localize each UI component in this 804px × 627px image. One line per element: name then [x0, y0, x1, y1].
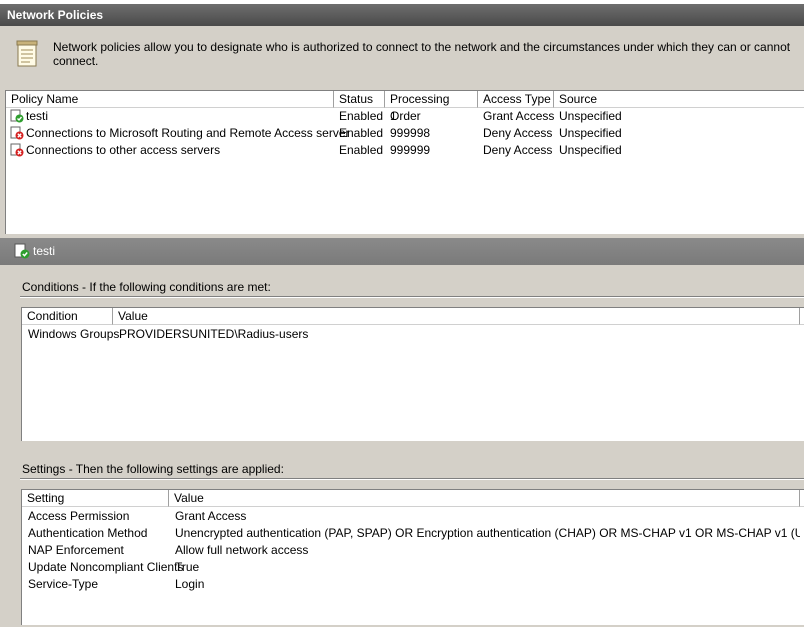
- policy-status: Enabled: [339, 143, 384, 157]
- setting-name: NAP Enforcement: [28, 543, 124, 557]
- policy-name: Connections to other access servers: [26, 143, 221, 157]
- column-header-value[interactable]: Value: [113, 308, 800, 325]
- policy-source: Unspecified: [559, 126, 622, 140]
- policy-name: Connections to Microsoft Routing and Rem…: [26, 126, 350, 140]
- divider: [20, 478, 804, 480]
- info-text: Network policies allow you to designate …: [53, 40, 791, 68]
- policy-access: Grant Access: [483, 109, 555, 123]
- column-header-filler: [800, 490, 804, 507]
- setting-name: Service-Type: [28, 577, 99, 591]
- policy-order: 1: [390, 109, 397, 123]
- column-header-filler: [800, 308, 804, 325]
- condition-value: PROVIDERSUNITED\Radius-users: [119, 327, 309, 341]
- setting-value: Grant Access: [175, 509, 247, 523]
- policy-deny-icon: [10, 126, 24, 140]
- selected-policy-bar: testi: [0, 238, 804, 265]
- info-bar: Network policies allow you to designate …: [0, 26, 804, 88]
- policy-name: testi: [26, 109, 49, 123]
- policy-grant-icon: [10, 109, 24, 123]
- policies-list[interactable]: Policy Name Status Processing Order Acce…: [5, 90, 804, 234]
- conditions-list[interactable]: Condition Value Windows Groups PROVIDERS…: [21, 307, 804, 441]
- settings-list[interactable]: Setting Value Access Permission Grant Ac…: [21, 489, 804, 625]
- condition-name: Windows Groups: [28, 327, 120, 341]
- column-header-processing-order[interactable]: Processing Order: [385, 91, 478, 123]
- setting-value: True: [175, 560, 200, 574]
- divider: [20, 296, 804, 298]
- policy-access: Deny Access: [483, 143, 553, 157]
- column-header-policy-name[interactable]: Policy Name: [6, 91, 334, 108]
- setting-value: Allow full network access: [175, 543, 309, 557]
- setting-name: Update Noncompliant Clients: [28, 560, 184, 574]
- column-header-setting[interactable]: Setting: [22, 490, 169, 507]
- settings-label: Settings - Then the following settings a…: [22, 462, 284, 476]
- setting-value: Unencrypted authentication (PAP, SPAP) O…: [175, 526, 800, 540]
- notepad-icon: [16, 40, 38, 67]
- window-title: Network Policies: [0, 4, 804, 26]
- column-header-value[interactable]: Value: [169, 490, 800, 507]
- policy-source: Unspecified: [559, 109, 622, 123]
- setting-value: Login: [175, 577, 205, 591]
- policy-order: 999999: [390, 143, 431, 157]
- column-header-access-type[interactable]: Access Type: [478, 91, 554, 108]
- setting-name: Access Permission: [28, 509, 130, 523]
- selected-policy-name: testi: [33, 244, 56, 258]
- policy-order: 999998: [390, 126, 431, 140]
- column-header-source[interactable]: Source: [554, 91, 804, 108]
- column-header-condition[interactable]: Condition: [22, 308, 113, 325]
- conditions-label: Conditions - If the following conditions…: [22, 280, 271, 294]
- policy-access: Deny Access: [483, 126, 553, 140]
- policy-grant-icon: [14, 243, 30, 259]
- policy-status: Enabled: [339, 109, 384, 123]
- policy-deny-icon: [10, 143, 24, 157]
- column-header-status[interactable]: Status: [334, 91, 385, 108]
- policy-status: Enabled: [339, 126, 384, 140]
- setting-name: Authentication Method: [28, 526, 148, 540]
- policy-source: Unspecified: [559, 143, 622, 157]
